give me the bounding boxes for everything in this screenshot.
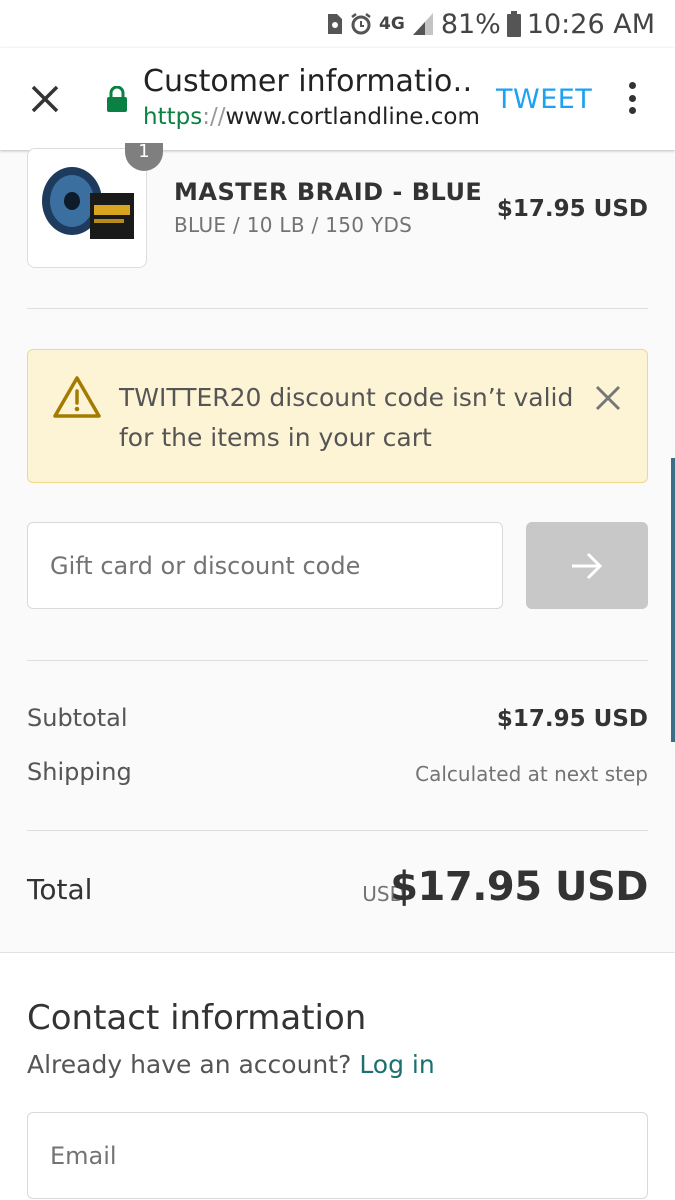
discount-code-input[interactable] xyxy=(27,522,503,609)
alert-message: TWITTER20 discount code isn’t valid for … xyxy=(119,383,574,452)
total-label: Total xyxy=(27,873,93,906)
email-field[interactable] xyxy=(27,1112,648,1199)
divider xyxy=(27,660,648,661)
scrollbar[interactable] xyxy=(671,458,675,742)
shipping-value: Calculated at next step xyxy=(415,762,648,786)
shipping-label: Shipping xyxy=(27,758,132,786)
account-prompt-line: Already have an account? Log in xyxy=(27,1050,435,1079)
network-type-label: 4G xyxy=(379,14,405,34)
battery-icon xyxy=(506,11,521,37)
alarm-icon xyxy=(349,12,373,36)
divider xyxy=(27,308,648,309)
overflow-menu-button[interactable] xyxy=(618,76,646,120)
product-thumbnail: 1 xyxy=(27,143,163,268)
quantity-value: 1 xyxy=(138,141,150,162)
page-title: Customer informatio… xyxy=(143,64,473,99)
status-bar: 4G 81% 10:26 AM xyxy=(0,0,675,48)
status-icons: 4G 81% 10:26 AM xyxy=(325,6,655,42)
clock: 10:26 AM xyxy=(526,8,655,40)
sim-icon xyxy=(325,13,343,35)
product-name: MASTER BRAID - BLUE xyxy=(174,178,483,206)
login-link[interactable]: Log in xyxy=(359,1050,434,1079)
url-separator: :// xyxy=(202,104,226,130)
apply-discount-button[interactable] xyxy=(526,522,648,609)
product-image xyxy=(42,167,134,239)
subtotal-label: Subtotal xyxy=(27,704,128,732)
url-host: www.cortlandline.com xyxy=(225,104,480,130)
subtotal-value: $17.95 USD xyxy=(496,706,648,732)
page-url: https://www.cortlandline.com xyxy=(143,104,480,130)
battery-percent: 81% xyxy=(440,8,501,40)
total-amount: $17.95 USD xyxy=(390,864,648,910)
contact-heading: Contact information xyxy=(27,998,367,1038)
kebab-dot xyxy=(628,107,636,114)
divider xyxy=(27,830,648,831)
browser-toolbar: Customer informatio… https://www.cortlan… xyxy=(0,48,675,150)
close-tab-button[interactable] xyxy=(24,78,66,120)
arrow-right-icon xyxy=(572,552,603,579)
lock-icon xyxy=(107,86,127,112)
product-price: $17.95 USD xyxy=(496,196,648,222)
signal-icon xyxy=(411,11,435,37)
kebab-dot xyxy=(628,94,636,102)
url-scheme: https xyxy=(143,104,203,130)
account-prompt: Already have an account? xyxy=(27,1050,352,1079)
close-icon xyxy=(31,85,59,113)
discount-error-alert: TWITTER20 discount code isn’t valid for … xyxy=(27,349,648,483)
warning-icon xyxy=(53,376,101,418)
tweet-button[interactable]: TWEET xyxy=(496,84,592,115)
dismiss-alert-button[interactable] xyxy=(594,384,622,412)
product-variant: BLUE / 10 LB / 150 YDS xyxy=(174,213,413,237)
kebab-dot xyxy=(628,82,636,89)
